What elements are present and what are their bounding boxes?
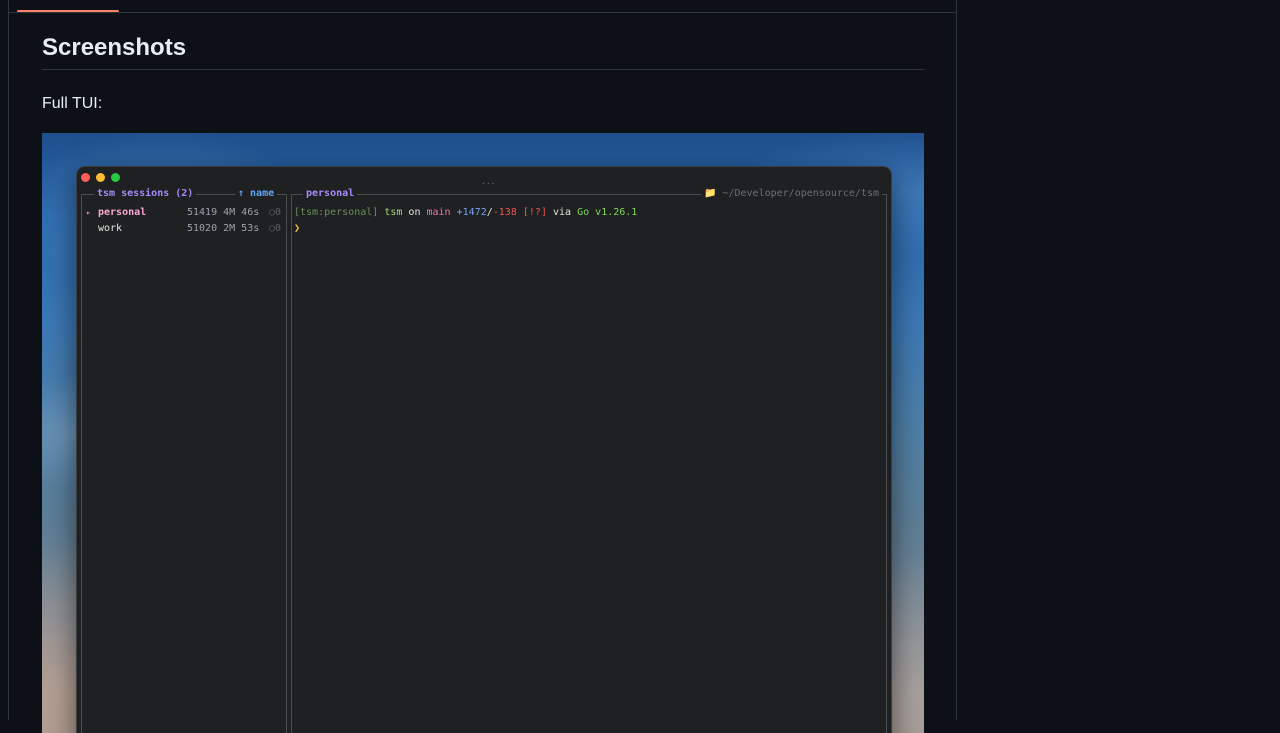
session-row-work[interactable]: work 51020 2M 53s ○0 <box>86 222 282 236</box>
terminal-window: ··· tsm sessions (2) ↑ name ▸ personal 5… <box>76 166 892 733</box>
session-name: work <box>98 223 123 234</box>
selected-marker-icon: ▸ <box>86 208 91 217</box>
section-heading: Screenshots <box>42 34 924 70</box>
right-gutter <box>959 0 1280 720</box>
session-window-count: ○0 <box>269 223 282 234</box>
screenshot-image: ··· tsm sessions (2) ↑ name ▸ personal 5… <box>42 133 924 733</box>
close-window-button[interactable] <box>81 173 90 182</box>
prompt-cursor-icon[interactable]: ❯ <box>294 222 300 236</box>
prompt-git-status: [!?] <box>522 207 547 218</box>
prompt-dir: tsm <box>384 207 403 218</box>
sessions-pane-title: tsm sessions (2) <box>94 187 197 201</box>
tab-strip <box>9 0 956 13</box>
sessions-pane: tsm sessions (2) ↑ name ▸ personal 51419… <box>81 187 287 733</box>
minimize-window-button[interactable] <box>96 173 105 182</box>
session-name: personal <box>98 207 147 218</box>
prompt-on: on <box>408 207 421 218</box>
active-tab-indicator <box>17 10 119 12</box>
session-meta: 51419 4M 46s <box>187 207 260 218</box>
drag-grip-icon[interactable]: ··· <box>481 179 495 188</box>
sort-indicator[interactable]: ↑ name <box>235 187 278 201</box>
session-window-count: ○0 <box>269 207 282 218</box>
prompt-go-version: Go v1.26.1 <box>577 207 638 218</box>
prompt-git-branch: main <box>426 207 451 218</box>
maximize-window-button[interactable] <box>111 173 120 182</box>
prompt-lines-removed: -138 <box>492 207 517 218</box>
session-row-personal[interactable]: ▸ personal 51419 4M 46s ○0 <box>86 206 282 220</box>
shell-prompt: [tsm:personal] tsm on main +1472/-138 [!… <box>294 206 637 220</box>
session-meta: 51020 2M 53s <box>187 223 260 234</box>
screenshot-caption: Full TUI: <box>42 95 103 112</box>
preview-pane-title: personal <box>303 187 358 201</box>
prompt-session-tag: [tsm:personal] <box>294 207 379 218</box>
prompt-lines-added: +1472 <box>456 207 487 218</box>
session-preview-pane: personal 📁 ~/Developer/opensource/tsm [t… <box>291 187 887 733</box>
working-directory-path: 📁 ~/Developer/opensource/tsm <box>700 187 882 201</box>
prompt-via: via <box>553 207 572 218</box>
readme-panel: Screenshots Full TUI: ··· tsm sessions (… <box>8 0 957 733</box>
